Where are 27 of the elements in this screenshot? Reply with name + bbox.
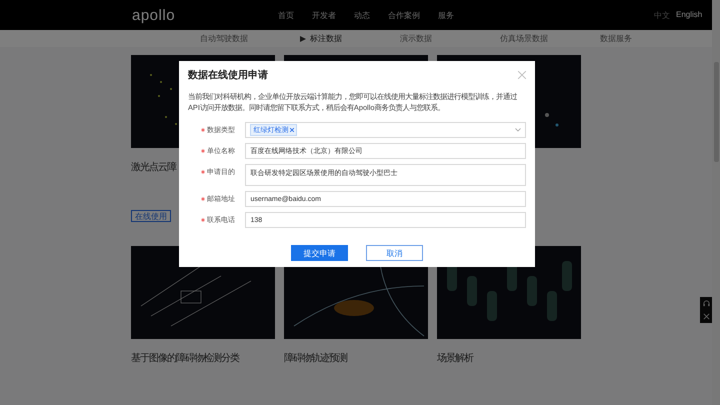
card-title: 场景解析 bbox=[437, 352, 473, 365]
dialog-title: 数据在线使用申请 bbox=[188, 68, 268, 82]
triangle-icon bbox=[300, 36, 306, 42]
remove-icon[interactable] bbox=[290, 128, 294, 132]
close-icon[interactable] bbox=[702, 313, 710, 320]
card-title: 基于图像的障碍物检测分类 bbox=[131, 352, 239, 365]
card-title: 障碍物轨迹预测 bbox=[284, 352, 347, 365]
nav-link[interactable]: 动态 bbox=[354, 10, 370, 20]
close-icon[interactable] bbox=[518, 71, 526, 79]
card-title: 激光点云障 bbox=[131, 160, 176, 174]
cancel-button[interactable]: 取消 bbox=[366, 245, 423, 261]
nav-link[interactable]: 服务 bbox=[438, 10, 454, 20]
language-link[interactable]: 中文 bbox=[654, 10, 670, 20]
subnav-tab[interactable]: 演示数据 bbox=[400, 33, 500, 44]
chevron-icon bbox=[515, 128, 521, 132]
logo[interactable]: apollo bbox=[132, 6, 278, 24]
subnav-tab[interactable]: 数据服务 bbox=[600, 33, 700, 44]
subnav-tab[interactable]: 自动驾驶数据 bbox=[200, 33, 300, 44]
nav-link[interactable]: 开发者 bbox=[312, 10, 336, 20]
use-online-button[interactable]: 在线使用 bbox=[131, 210, 171, 222]
subnav-tab[interactable]: 仿真场景数据 bbox=[500, 33, 600, 44]
language-link[interactable]: English bbox=[676, 10, 702, 20]
nav-link[interactable]: 合作案例 bbox=[388, 10, 420, 20]
headset-icon[interactable] bbox=[702, 300, 710, 307]
nav-link[interactable]: 首页 bbox=[278, 10, 294, 20]
submit-button[interactable]: 提交申请 bbox=[291, 245, 348, 261]
subnav-tab[interactable]: 标注数据 bbox=[300, 33, 400, 44]
